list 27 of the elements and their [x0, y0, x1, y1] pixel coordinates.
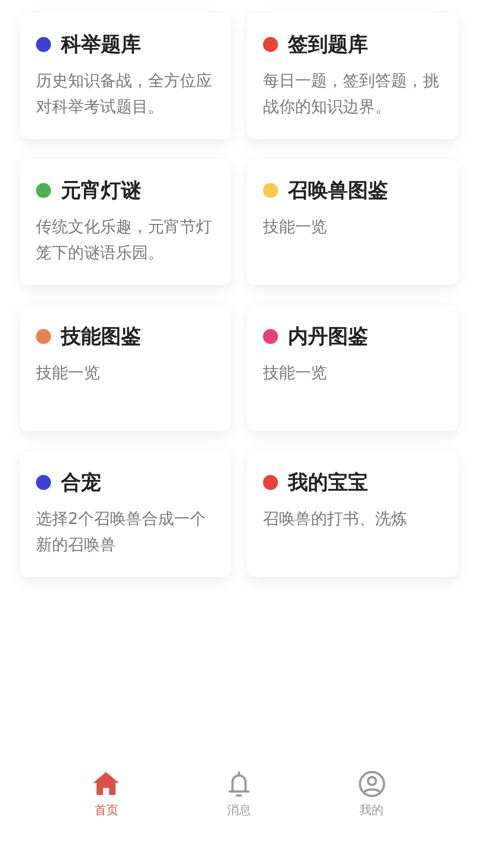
card-background[interactable]: 合宠 选择2个召唤兽合成一个新的召唤兽	[20, 451, 231, 577]
card-title: 召唤兽图鉴	[288, 177, 388, 204]
card-background[interactable]: 我的宝宝 召唤兽的打书、洗炼	[247, 451, 458, 577]
card-title: 技能图鉴	[61, 323, 141, 350]
card-background[interactable]: 技能图鉴 技能一览	[20, 305, 231, 431]
home-icon	[92, 770, 120, 798]
card-background[interactable]: 元宵灯谜 传统文化乐趣，元宵节灯笼下的谜语乐园。	[20, 159, 231, 285]
tab-item[interactable]: 首页	[84, 770, 128, 838]
card-title: 签到题库	[288, 31, 368, 58]
card-background[interactable]: 召唤兽图鉴 技能一览	[247, 159, 458, 285]
card-description: 选择2个召唤兽合成一个新的召唤兽	[36, 508, 208, 556]
card-description: 传统文化乐趣，元宵节灯笼下的谜语乐园。	[36, 216, 213, 264]
card-description: 技能一览	[36, 362, 101, 384]
card-background[interactable]: 科举题库 历史知识备战，全方位应对科举考试题目。	[20, 13, 231, 139]
profile-icon	[358, 770, 386, 798]
card-title: 合宠	[61, 469, 101, 496]
card-title: 内丹图鉴	[288, 323, 368, 350]
card-title: 我的宝宝	[288, 469, 368, 496]
card-description: 每日一题，签到答题，挑战你的知识边界。	[263, 70, 440, 118]
card-background[interactable]: 签到题库 每日一题，签到答题，挑战你的知识边界。	[247, 13, 458, 139]
card-description: 技能一览	[263, 362, 328, 384]
card-description: 技能一览	[263, 216, 328, 238]
card-description: 历史知识备战，全方位应对科举考试题目。	[36, 70, 213, 118]
card-title: 科举题库	[61, 31, 141, 58]
card-title: 元宵灯谜	[61, 177, 141, 204]
card-description: 召唤兽的打书、洗炼	[263, 508, 408, 530]
card-background[interactable]: 内丹图鉴 技能一览	[247, 305, 458, 431]
